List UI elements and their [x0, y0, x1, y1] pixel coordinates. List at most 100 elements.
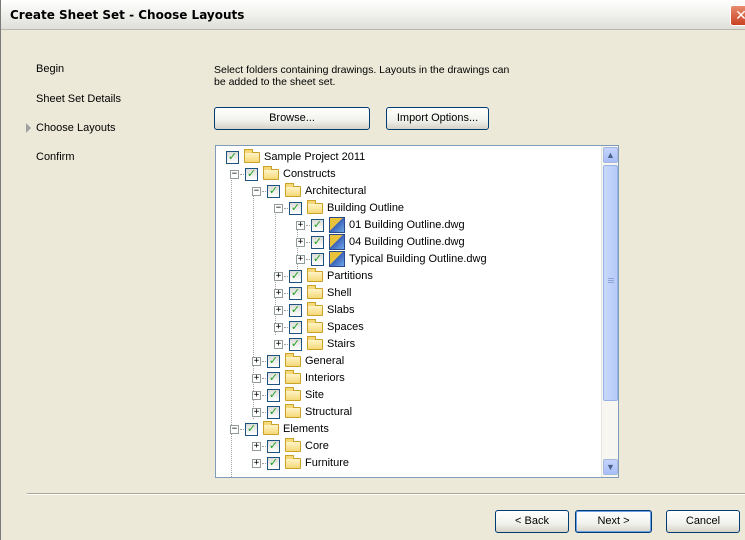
tree-connector — [306, 259, 310, 260]
tree-row[interactable]: + ✓ Stairs — [216, 336, 601, 353]
tree-row[interactable]: + ✓ 04 Building Outline.dwg — [216, 234, 601, 251]
tree-checkbox[interactable]: ✓ — [226, 151, 239, 164]
tree-item-label: Core — [305, 440, 329, 452]
tree-row[interactable]: + ✓ Typical Building Outline.dwg — [216, 251, 601, 268]
tree-connector — [240, 429, 244, 430]
expand-icon[interactable]: + — [274, 340, 283, 349]
expand-icon[interactable]: + — [252, 374, 261, 383]
folder-tree[interactable]: ▲ ▼ ✓ Sample Project 2011− ✓ Constructs − ✓ Ar… — [215, 145, 619, 478]
title-bar[interactable]: Create Sheet Set - Choose Layouts ✕ — [1, 0, 745, 30]
tree-checkbox[interactable]: ✓ — [311, 236, 324, 249]
tree-item-label: Architectural — [305, 185, 367, 197]
folder-icon — [285, 353, 301, 367]
tree-item-label: Site — [305, 389, 324, 401]
tree-row[interactable]: + ✓ 01 Building Outline.dwg — [216, 217, 601, 234]
expand-icon[interactable]: + — [252, 391, 261, 400]
tree-item-label: Typical Building Outline.dwg — [349, 253, 487, 265]
tree-checkbox[interactable]: ✓ — [267, 185, 280, 198]
scroll-up-button[interactable]: ▲ — [603, 147, 618, 163]
tree-row[interactable]: + ✓ Partitions — [216, 268, 601, 285]
tree-checkbox[interactable]: ✓ — [267, 457, 280, 470]
tree-item-label: General — [305, 355, 345, 367]
tree-checkbox[interactable]: ✓ — [267, 406, 280, 419]
tree-row[interactable]: + ✓ Slabs — [216, 302, 601, 319]
tree-checkbox[interactable]: ✓ — [311, 253, 324, 266]
scroll-thumb[interactable] — [603, 165, 618, 401]
tree-checkbox[interactable]: ✓ — [289, 304, 302, 317]
close-button[interactable]: ✕ — [730, 5, 745, 26]
cancel-button[interactable]: Cancel — [666, 510, 740, 533]
tree-connector — [262, 412, 266, 413]
tree-checkbox[interactable]: ✓ — [289, 270, 302, 283]
tree-item-label: Furniture — [305, 457, 350, 469]
scroll-down-button[interactable]: ▼ — [603, 459, 618, 475]
step-sheet-set-details: Sheet Set Details — [36, 93, 121, 105]
tree-checkbox[interactable]: ✓ — [289, 338, 302, 351]
tree-row[interactable]: + ✓ Shell — [216, 285, 601, 302]
tree-row[interactable]: + ✓ Structural — [216, 404, 601, 421]
thumb-grip — [608, 280, 614, 281]
tree-item-label: Interiors — [305, 372, 345, 384]
step-confirm: Confirm — [36, 151, 75, 163]
tree-row[interactable]: + ✓ General — [216, 353, 601, 370]
tree-checkbox[interactable]: ✓ — [267, 372, 280, 385]
tree-connector — [262, 378, 266, 379]
collapse-icon[interactable]: − — [230, 425, 239, 434]
expand-icon[interactable]: + — [274, 306, 283, 315]
tree-item-label: Spaces — [327, 321, 364, 333]
tree-checkbox[interactable]: ✓ — [267, 355, 280, 368]
collapse-icon[interactable]: − — [252, 187, 261, 196]
tree-connector — [284, 208, 288, 209]
tree-item-label: Slabs — [327, 304, 355, 316]
tree-row[interactable]: ✓ Sample Project 2011 — [216, 149, 601, 166]
tree-connector — [284, 276, 288, 277]
tree-row[interactable]: + ✓ Core — [216, 438, 601, 455]
tree-checkbox[interactable]: ✓ — [289, 202, 302, 215]
expand-icon[interactable]: + — [296, 255, 305, 264]
tree-row[interactable]: + ✓ Site — [216, 387, 601, 404]
back-button[interactable]: < Back — [495, 510, 569, 533]
expand-icon[interactable]: + — [252, 459, 261, 468]
folder-icon — [285, 370, 301, 384]
expand-icon[interactable]: + — [274, 272, 283, 281]
dwg-file-icon — [329, 217, 345, 233]
browse-button[interactable]: Browse... — [214, 107, 370, 130]
tree-checkbox[interactable]: ✓ — [267, 440, 280, 453]
tree-connector — [262, 463, 266, 464]
tree-checkbox[interactable]: ✓ — [289, 321, 302, 334]
tree-checkbox[interactable]: ✓ — [289, 287, 302, 300]
expand-icon[interactable]: + — [274, 323, 283, 332]
tree-connector — [262, 191, 266, 192]
tree-connector — [284, 310, 288, 311]
tree-row[interactable]: − ✓ Architectural — [216, 183, 601, 200]
tree-row[interactable]: + ✓ Interiors — [216, 370, 601, 387]
tree-item-label: Stairs — [327, 338, 356, 350]
tree-row[interactable]: − ✓ Elements — [216, 421, 601, 438]
tree-item-label: Structural — [305, 406, 353, 418]
tree-row[interactable]: − ✓ Constructs — [216, 166, 601, 183]
tree-checkbox[interactable]: ✓ — [311, 219, 324, 232]
collapse-icon[interactable]: − — [274, 204, 283, 213]
expand-icon[interactable]: + — [252, 408, 261, 417]
next-button[interactable]: Next > — [575, 510, 652, 533]
folder-icon — [285, 404, 301, 418]
expand-icon[interactable]: + — [274, 289, 283, 298]
create-sheet-set-dialog: Create Sheet Set - Choose Layouts ✕ Begi… — [0, 0, 745, 540]
expand-icon[interactable]: + — [296, 221, 305, 230]
tree-checkbox[interactable]: ✓ — [267, 389, 280, 402]
thumb-grip — [608, 282, 614, 283]
folder-icon — [285, 183, 301, 197]
tree-row[interactable]: + ✓ Furniture — [216, 455, 601, 472]
tree-checkbox[interactable]: ✓ — [245, 168, 258, 181]
tree-scrollbar[interactable]: ▲ ▼ — [601, 146, 618, 477]
expand-icon[interactable]: + — [252, 442, 261, 451]
expand-icon[interactable]: + — [296, 238, 305, 247]
import-options-button[interactable]: Import Options... — [386, 107, 489, 130]
dwg-file-icon — [329, 234, 345, 250]
collapse-icon[interactable]: − — [230, 170, 239, 179]
folder-icon — [285, 455, 301, 469]
expand-icon[interactable]: + — [252, 357, 261, 366]
tree-row[interactable]: − ✓ Building Outline — [216, 200, 601, 217]
tree-row[interactable]: + ✓ Spaces — [216, 319, 601, 336]
tree-checkbox[interactable]: ✓ — [245, 423, 258, 436]
